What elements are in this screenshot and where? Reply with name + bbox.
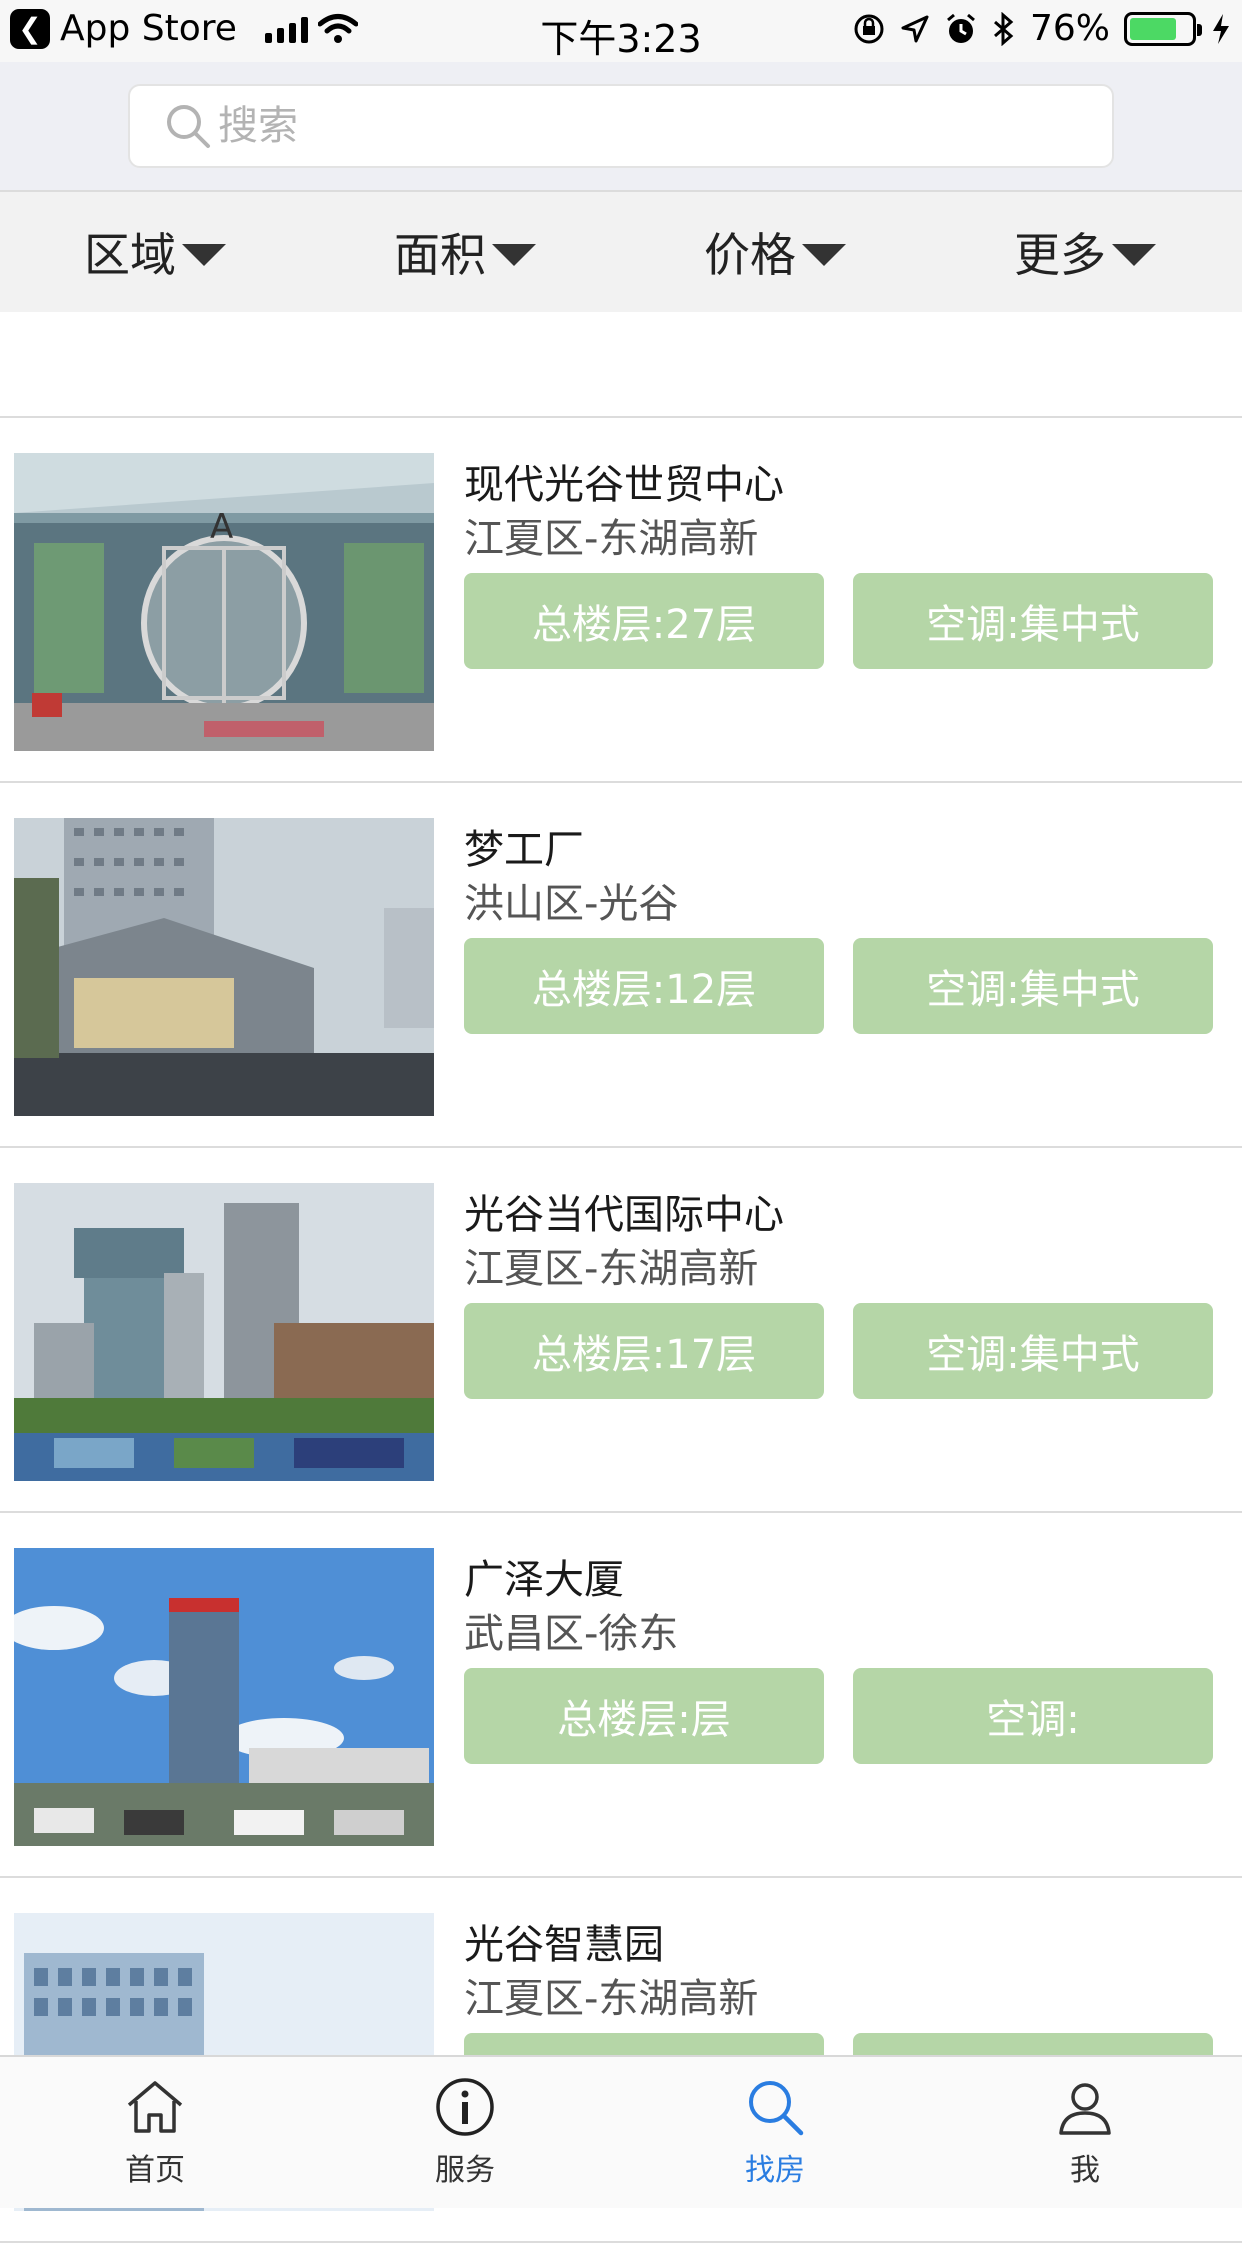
- listing-item[interactable]: 梦工厂 洪山区-光谷 总楼层:12层 空调:集中式: [0, 783, 1242, 1148]
- building-photo: [14, 818, 434, 1116]
- tab-home[interactable]: 首页: [0, 2057, 310, 2208]
- listing-list: A 现代光谷世贸中心 江夏区-东湖高新 总楼层:27层 空调:集中式 梦工厂 洪…: [0, 416, 1242, 2243]
- floors-tag: 总楼层:17层: [464, 1303, 824, 1399]
- filter-area[interactable]: 面积: [310, 192, 620, 312]
- building-photo: [14, 1183, 434, 1481]
- battery-icon: [1124, 11, 1202, 46]
- tab-label: 服务: [435, 2153, 495, 2188]
- listing-item[interactable]: A 现代光谷世贸中心 江夏区-东湖高新 总楼层:27层 空调:集中式: [0, 418, 1242, 783]
- battery-percent: 76%: [1029, 8, 1110, 49]
- search-icon: [749, 2081, 804, 2136]
- svg-text:A: A: [210, 507, 233, 547]
- listing-title: 现代光谷世贸中心: [464, 462, 784, 508]
- ac-tag: 空调:: [853, 1668, 1213, 1764]
- caret-down-icon: [1112, 244, 1156, 266]
- filter-more[interactable]: 更多: [930, 192, 1240, 312]
- ac-tag: 空调:集中式: [853, 1303, 1213, 1399]
- bluetooth-icon: [993, 11, 1014, 46]
- floors-tag: 总楼层:12层: [464, 938, 824, 1034]
- caret-down-icon: [182, 244, 226, 266]
- info-icon: [436, 2078, 494, 2136]
- building-photo: A: [14, 453, 434, 751]
- tab-label: 我: [1070, 2153, 1100, 2188]
- filter-label: 区域: [84, 228, 176, 282]
- listing-title: 光谷智慧园: [464, 1922, 664, 1968]
- ac-tag: 空调:集中式: [853, 938, 1213, 1034]
- tab-find-house[interactable]: 找房: [620, 2057, 930, 2208]
- search-box[interactable]: [128, 84, 1114, 168]
- search-icon: [167, 105, 210, 148]
- listing-district: 江夏区-东湖高新: [464, 1246, 759, 1292]
- caret-down-icon: [802, 244, 846, 266]
- home-icon: [127, 2081, 183, 2133]
- filter-price[interactable]: 价格: [620, 192, 930, 312]
- floors-tag: 总楼层:27层: [464, 573, 824, 669]
- rotation-lock-icon: [854, 14, 884, 43]
- ac-tag: 空调:集中式: [853, 573, 1213, 669]
- charging-icon: [1213, 13, 1229, 44]
- alarm-icon: [947, 13, 975, 43]
- listing-title: 广泽大厦: [464, 1557, 624, 1603]
- filter-label: 面积: [394, 228, 486, 282]
- battery-level: [1130, 17, 1176, 40]
- search-input[interactable]: [218, 103, 1098, 149]
- filter-region[interactable]: 区域: [0, 192, 310, 312]
- building-photo: [14, 1548, 434, 1846]
- tab-label: 找房: [745, 2153, 805, 2188]
- tab-bar: 首页 服务 找房 我: [0, 2055, 1242, 2208]
- floors-tag: 总楼层:层: [464, 1668, 824, 1764]
- filter-label: 价格: [704, 228, 796, 282]
- tab-label: 首页: [125, 2153, 185, 2188]
- tab-me[interactable]: 我: [930, 2057, 1240, 2208]
- search-area: [0, 62, 1242, 192]
- status-bar: ❮ App Store 下午3:23 76%: [0, 0, 1242, 62]
- listing-district: 武昌区-徐东: [464, 1611, 679, 1657]
- listing-district: 江夏区-东湖高新: [464, 1976, 759, 2022]
- listing-item[interactable]: 光谷当代国际中心 江夏区-东湖高新 总楼层:17层 空调:集中式: [0, 1148, 1242, 1513]
- listing-item[interactable]: 广泽大厦 武昌区-徐东 总楼层:层 空调:: [0, 1513, 1242, 1878]
- listing-district: 江夏区-东湖高新: [464, 516, 759, 562]
- user-icon: [1059, 2083, 1111, 2135]
- listing-district: 洪山区-光谷: [464, 881, 679, 927]
- filter-bar: 区域 面积 价格 更多: [0, 192, 1242, 312]
- listing-title: 梦工厂: [464, 827, 584, 873]
- tab-service[interactable]: 服务: [310, 2057, 620, 2208]
- location-icon: [901, 15, 929, 42]
- listing-title: 光谷当代国际中心: [464, 1192, 784, 1238]
- filter-label: 更多: [1014, 228, 1106, 282]
- caret-down-icon: [492, 244, 536, 266]
- status-right: 76%: [852, 8, 1232, 49]
